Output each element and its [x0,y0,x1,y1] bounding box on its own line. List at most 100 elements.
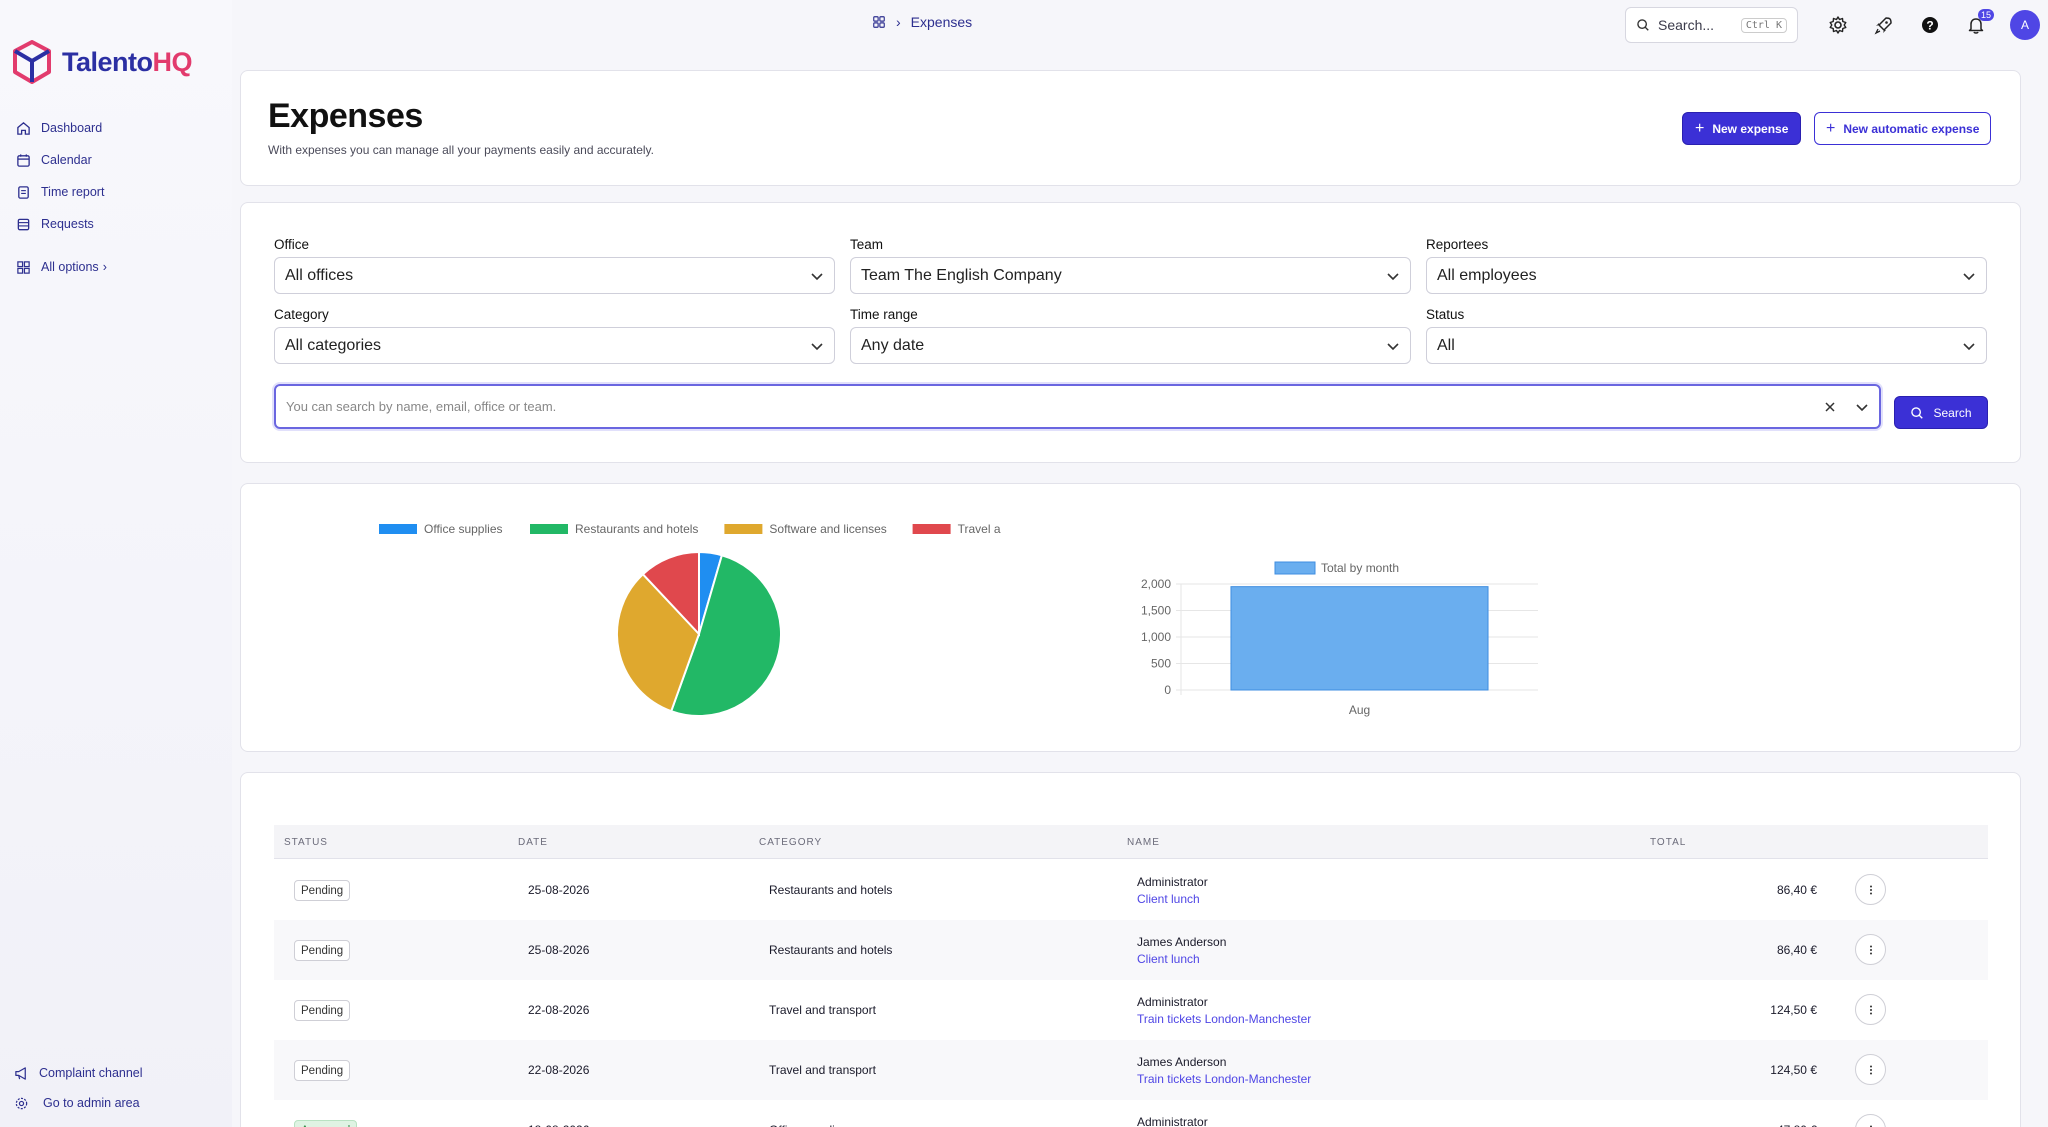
settings-button[interactable] [1826,11,1850,39]
employee-search-input[interactable]: You can search by name, email, office or… [274,384,1881,429]
calendar-icon [17,153,30,167]
legend-label[interactable]: Total by month [1321,561,1399,575]
search-button[interactable]: Search [1894,396,1988,429]
expense-description-link[interactable]: Client lunch [1137,952,1200,966]
avatar[interactable]: A [2010,10,2040,40]
category-value: All categories [285,336,382,354]
search-controls [1823,400,1869,414]
category-cell: Office supplies [769,1123,848,1127]
logo-cube-icon [13,40,51,84]
total-cell: 86,40 € [1776,883,1817,897]
new-expense-button[interactable]: + New expense [1682,112,1802,145]
expense-description-link[interactable]: Client lunch [1137,892,1200,906]
sidebar-item-requests[interactable]: Requests [16,208,107,240]
top-icons: ? 15 A [1826,9,2040,40]
column-header-total[interactable]: TOTAL [1650,837,1686,848]
chevron-down-icon [1963,342,1975,350]
expense-description-link[interactable]: Train tickets London-Manchester [1137,1072,1311,1086]
x-tick-label: Aug [1349,703,1370,717]
search-icon [1911,406,1924,419]
sidebar-item-admin-area[interactable]: Go to admin area [14,1088,143,1118]
table-row[interactable]: Pending 22-08-2026 Travel and transport … [274,980,1988,1040]
row-actions-button[interactable] [1855,1114,1886,1127]
sidebar-item-dashboard[interactable]: Dashboard [16,112,107,144]
column-header-date[interactable]: DATE [518,837,548,848]
rocket-icon [1874,17,1892,35]
new-automatic-expense-button[interactable]: + New automatic expense [1814,112,1992,145]
sidebar-item-all-options[interactable]: All options › [16,251,107,283]
legend-swatch[interactable] [912,524,951,534]
time-range-select[interactable]: Any date [850,327,1411,364]
chevron-right-icon: › [896,14,901,30]
legend-swatch[interactable] [1274,561,1316,575]
help-button[interactable]: ? [1918,11,1942,39]
keyboard-shortcut: Ctrl K [1740,17,1787,33]
legend-label[interactable]: Software and licenses [769,522,886,536]
svg-text:?: ? [1926,19,1933,33]
row-actions-button[interactable] [1855,994,1886,1025]
table-row[interactable]: Pending 25-08-2026 Restaurants and hotel… [274,920,1988,980]
employee-name: Administrator [1137,995,1208,1009]
clear-icon[interactable] [1823,400,1837,414]
logo[interactable]: TalentoHQ [12,40,192,84]
gear-icon [15,1097,28,1109]
row-actions-button[interactable] [1855,1054,1886,1085]
chevron-down-icon [1387,272,1399,280]
sidebar-item-calendar[interactable]: Calendar [16,144,107,176]
y-tick-label: 0 [1164,683,1171,697]
category-cell: Travel and transport [769,1063,876,1077]
chevron-down-icon[interactable] [1855,400,1869,414]
table-row[interactable]: Pending 22-08-2026 Travel and transport … [274,1040,1988,1100]
notifications-button[interactable]: 15 [1964,9,1994,39]
button-label: New automatic expense [1843,121,1980,136]
clock-icon [18,185,29,199]
status-badge: Pending [294,1060,351,1081]
category-select[interactable]: All categories [274,327,835,364]
sidebar-item-time-report[interactable]: Time report [16,176,107,208]
category-cell: Restaurants and hotels [769,883,893,897]
breadcrumb: › Expenses [872,14,972,30]
office-select[interactable]: All offices [274,257,835,294]
rocket-button[interactable] [1872,11,1896,39]
more-vertical-icon [1869,1065,1872,1074]
y-tick-label: 1,000 [1141,630,1171,644]
status-label: Status [1426,307,1465,322]
date-cell: 22-08-2026 [528,1003,590,1017]
sidebar: TalentoHQ Dashboard Calendar Time report… [0,0,232,1127]
legend-label[interactable]: Office supplies [424,522,503,536]
date-cell: 22-08-2026 [528,1063,590,1077]
home-icon [17,121,30,135]
legend-swatch[interactable] [379,524,417,534]
category-filter: Category All categories [274,307,835,364]
status-badge: Approved [294,1120,358,1127]
sidebar-item-label: Time report [41,185,105,199]
monthly-bar-chart: Total by month 2,000 1,500 1,000 500 0 Aug [1141,561,1538,717]
team-select[interactable]: Team The English Company [850,257,1411,294]
breadcrumb-current[interactable]: Expenses [911,14,972,30]
total-cell: 47,80 € [1777,1123,1817,1127]
page-title: Expenses [268,97,423,135]
global-search-input[interactable]: Search... Ctrl K [1625,7,1798,43]
logo-text: TalentoHQ [62,46,192,77]
row-actions-button[interactable] [1855,874,1886,905]
column-header-category[interactable]: CATEGORY [759,837,822,848]
status-select[interactable]: All [1426,327,1987,364]
apps-grid-icon[interactable] [872,15,886,29]
legend-swatch[interactable] [530,524,568,534]
column-header-status[interactable]: STATUS [284,837,328,848]
reportees-value: All employees [1437,266,1537,284]
legend-label[interactable]: Travel and transport [958,522,1001,536]
bar[interactable] [1230,586,1489,691]
column-header-name[interactable]: NAME [1127,837,1160,848]
table-row[interactable]: Pending 25-08-2026 Restaurants and hotel… [274,860,1988,920]
reportees-select[interactable]: All employees [1426,257,1987,294]
sidebar-item-complaint-channel[interactable]: Complaint channel [14,1058,143,1088]
legend-swatch[interactable] [724,524,763,534]
charts-card: Office supplies Restaurants and hotels Sof… [240,483,2021,752]
table-row[interactable]: Approved 18-08-2026 Office supplies Admi… [274,1100,1988,1127]
more-vertical-icon [1869,945,1872,954]
plus-icon: + [1695,119,1705,137]
legend-label[interactable]: Restaurants and hotels [575,522,698,536]
row-actions-button[interactable] [1855,934,1886,965]
expense-description-link[interactable]: Train tickets London-Manchester [1137,1012,1311,1026]
